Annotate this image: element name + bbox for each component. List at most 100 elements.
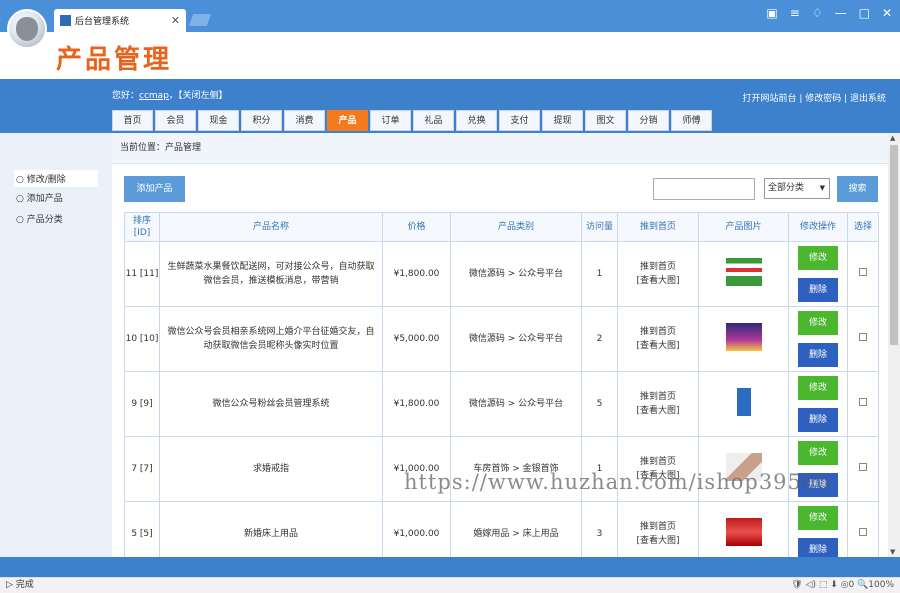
nav-tab-2[interactable]: 现金 [198,110,239,131]
select-cell [847,306,879,372]
view-large-link[interactable]: [查看大图] [618,469,698,483]
select-cell [847,241,879,307]
table-header-row: 排序 [ID] 产品名称 价格 产品类别 访问量 推到首页 产品图片 修改操作 选择 [124,212,879,242]
edit-button[interactable]: 修改 [798,311,838,335]
category-select[interactable]: 全部分类 ▼ [764,178,830,199]
nav-tab-8[interactable]: 兑换 [456,110,497,131]
category-select-value: 全部分类 [768,183,805,193]
scroll-down-icon[interactable]: ▼ [890,548,895,556]
nav-tab-1[interactable]: 会员 [155,110,196,131]
product-thumbnail[interactable] [725,517,762,546]
delete-button[interactable]: 删除 [798,473,838,497]
sidebar: ○ 修改/删除 ○ 添加产品 ○ 产品分类 [0,133,112,557]
view-large-link[interactable]: [查看大图] [618,534,698,548]
sidebar-item-edit-delete[interactable]: ○ 修改/删除 [14,170,98,187]
select-checkbox[interactable] [859,333,867,341]
menu-icon[interactable]: ≡ [790,6,800,20]
edit-button[interactable]: 修改 [798,441,838,465]
title-bar: 后台管理系统 ✕ ▣ ≡ ♢ — □ ✕ [0,0,900,32]
skin-icon[interactable]: ♢ [812,6,823,20]
edit-button[interactable]: 修改 [798,506,838,530]
push-to-home-link[interactable]: 推到首页 [618,520,698,534]
product-name: 微信公众号粉丝会员管理系统 [159,371,383,437]
product-table: 排序 [ID] 产品名称 价格 产品类别 访问量 推到首页 产品图片 修改操作 选择 11 [1… [124,212,879,567]
browser-tab[interactable]: 后台管理系统 ✕ [54,9,186,32]
view-count: 5 [581,371,618,437]
nav-band: 您好：ccmap，【关闭左侧】 打开网站前台 | 修改密码 | 退出系统 首页会… [0,79,900,133]
apple-logo-icon [7,9,47,49]
page-title: 产品管理 [56,45,173,75]
close-left-link[interactable]: 【关闭左侧】 [178,91,228,101]
row-id: 11 [11] [124,241,160,307]
status-right: 🛡 ◁) ⬚ ⬇ ◎0 🔍100% [791,580,894,590]
nav-tab-4[interactable]: 消费 [284,110,325,131]
nav-tab-12[interactable]: 分销 [628,110,669,131]
sidebar-item-add-product[interactable]: ○ 添加产品 [16,191,63,204]
nav-tab-11[interactable]: 图文 [585,110,626,131]
delete-button[interactable]: 删除 [798,343,838,367]
nav-tab-10[interactable]: 提现 [542,110,583,131]
select-checkbox[interactable] [859,463,867,471]
nav-tab-0[interactable]: 首页 [112,110,153,131]
product-price: ¥1,800.00 [382,241,451,307]
view-large-link[interactable]: [查看大图] [618,274,698,288]
minimize-icon[interactable]: — [835,6,847,20]
edit-button[interactable]: 修改 [798,376,838,400]
browser-window: 后台管理系统 ✕ ▣ ≡ ♢ — □ ✕ 产品管理 您好：ccmap，【关闭左侧… [0,0,900,593]
maximize-icon[interactable]: □ [859,6,870,20]
product-thumbnail[interactable] [725,452,762,481]
view-large-link[interactable]: [查看大图] [618,404,698,418]
zoom-level[interactable]: 100% [868,580,894,590]
nav-tab-7[interactable]: 礼品 [413,110,454,131]
close-icon[interactable]: ✕ [882,6,892,20]
select-checkbox[interactable] [859,398,867,406]
tab-close-icon[interactable]: ✕ [171,14,180,27]
push-to-home-link[interactable]: 推到首页 [618,390,698,404]
action-cell: 修改 删除 [788,436,848,502]
product-thumbnail[interactable] [725,322,762,351]
nav-tab-13[interactable]: 师傅 [671,110,712,131]
product-thumbnail[interactable] [725,257,762,286]
table-row: 9 [9] 微信公众号粉丝会员管理系统 ¥1,800.00 微信源码 > 公众号平台 5… [124,371,879,437]
select-checkbox[interactable] [859,268,867,276]
window-controls: ▣ ≡ ♢ — □ ✕ [766,6,892,20]
push-cell: 推到首页 [查看大图] [617,371,699,437]
sidebar-item-product-category[interactable]: ○ 产品分类 [16,212,63,225]
push-to-home-link[interactable]: 推到首页 [618,455,698,469]
nav-tab-3[interactable]: 积分 [241,110,282,131]
scroll-up-icon[interactable]: ▲ [890,134,895,142]
product-image-cell [698,241,789,307]
nav-tab-9[interactable]: 支付 [499,110,540,131]
product-price: ¥1,800.00 [382,371,451,437]
search-input[interactable] [653,178,755,200]
select-cell [847,371,879,437]
delete-button[interactable]: 删除 [798,408,838,432]
sidebar-toggle-icon[interactable]: ▣ [766,6,777,20]
username-link[interactable]: ccmap [139,91,169,101]
breadcrumb: 当前位置：产品管理 [112,133,888,164]
action-cell: 修改 删除 [788,306,848,372]
footer-band [0,557,900,577]
top-links[interactable]: 打开网站前台 | 修改密码 | 退出系统 [742,91,886,104]
push-to-home-link[interactable]: 推到首页 [618,325,698,339]
column-header: 访问量 [581,212,618,242]
status-label: 完成 [15,580,34,590]
select-cell [847,436,879,502]
column-header: 排序 [ID] [124,212,160,242]
vertical-scrollbar[interactable]: ▲ ▼ [888,133,900,557]
new-tab-button[interactable] [188,14,212,26]
nav-tab-5[interactable]: 产品 [327,110,368,131]
search-button[interactable]: 搜索 [837,176,878,202]
view-large-link[interactable]: [查看大图] [618,339,698,353]
select-checkbox[interactable] [859,528,867,536]
push-to-home-link[interactable]: 推到首页 [618,260,698,274]
scrollbar-thumb[interactable] [890,145,898,345]
add-product-button[interactable]: 添加产品 [124,176,185,202]
delete-button[interactable]: 删除 [798,278,838,302]
push-cell: 推到首页 [查看大图] [617,306,699,372]
edit-button[interactable]: 修改 [798,246,838,270]
action-cell: 修改 删除 [788,371,848,437]
nav-tab-6[interactable]: 订单 [370,110,411,131]
product-thumbnail[interactable] [725,387,762,416]
product-price: ¥5,000.00 [382,306,451,372]
